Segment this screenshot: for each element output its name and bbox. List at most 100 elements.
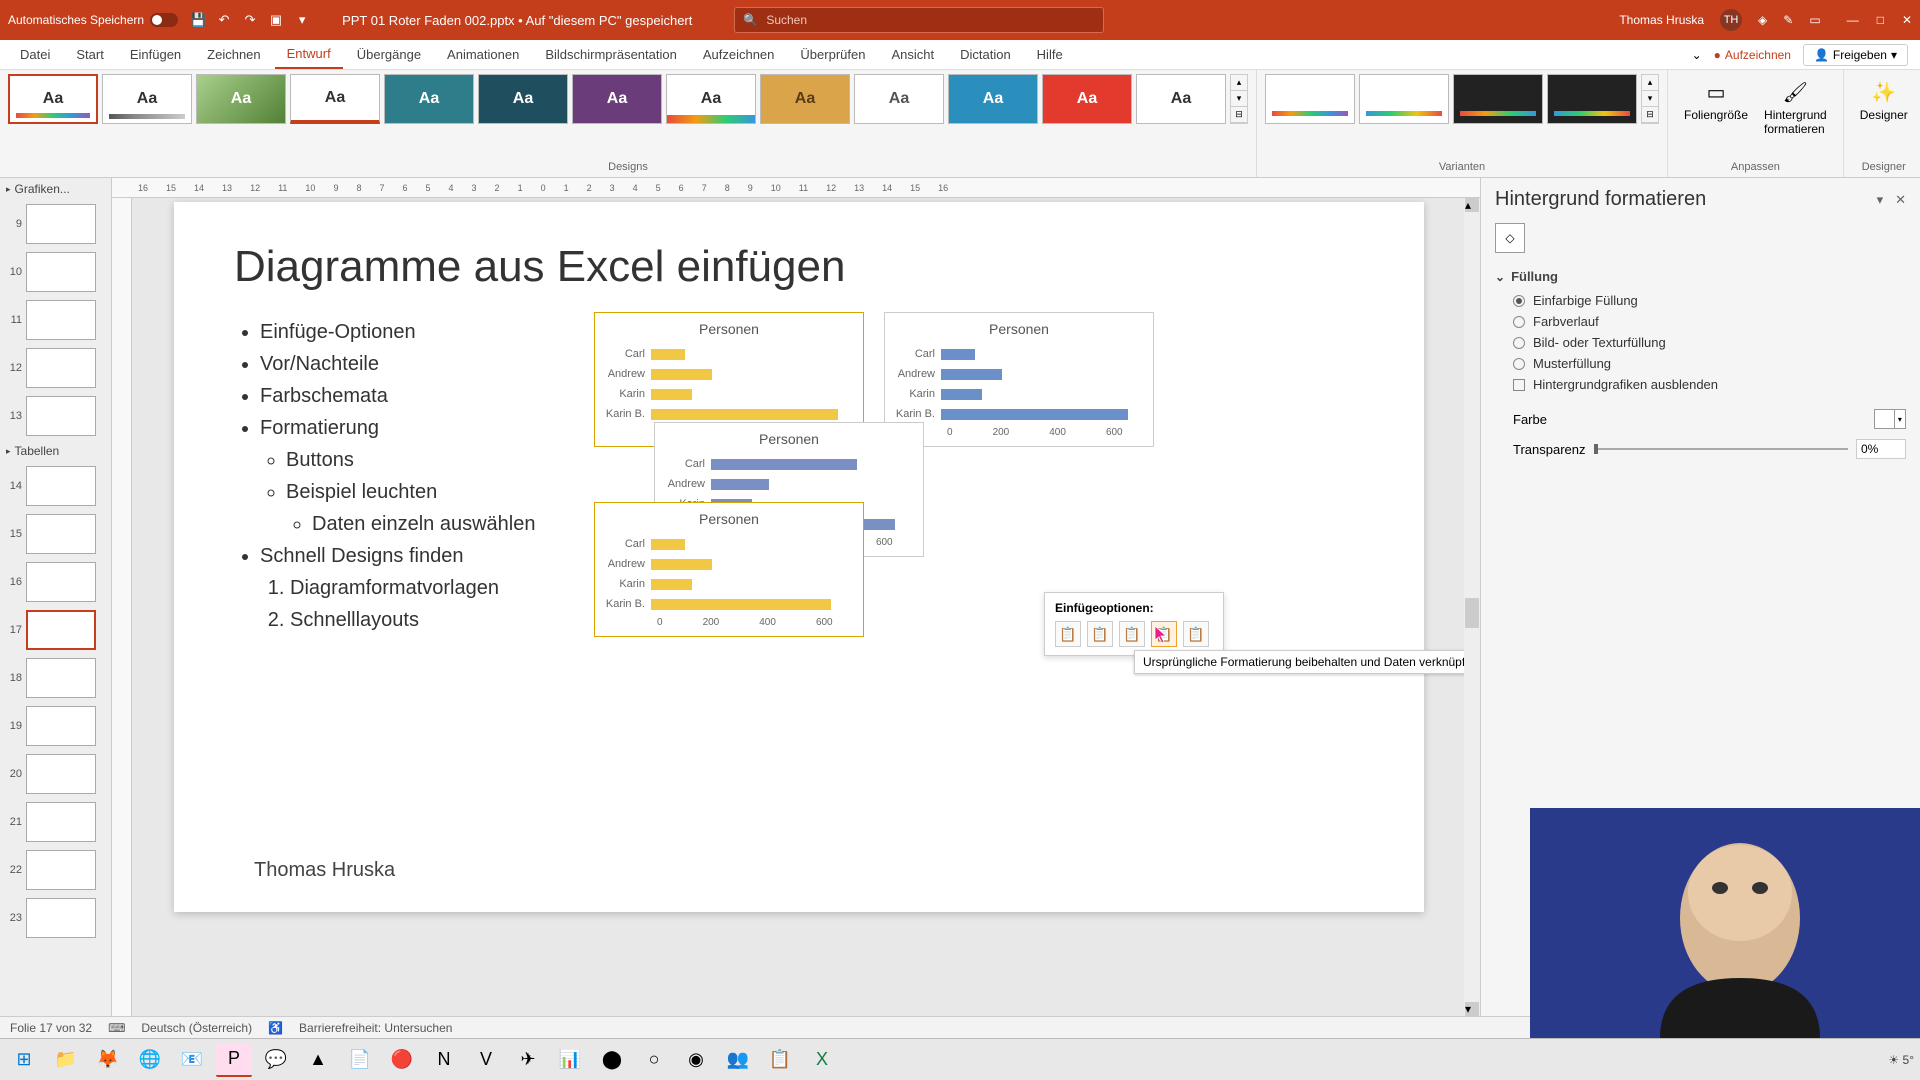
variants-more[interactable]: ▴▾⊟ (1641, 74, 1659, 124)
tab-ansicht[interactable]: Ansicht (879, 41, 946, 68)
app-icon[interactable]: 📊 (552, 1043, 588, 1077)
diamond-icon[interactable]: ◈ (1758, 13, 1767, 27)
design-thumb[interactable]: Aa (290, 74, 380, 124)
design-thumb[interactable]: Aa (384, 74, 474, 124)
tab-uebergaenge[interactable]: Übergänge (345, 41, 433, 68)
tab-ueberpruefen[interactable]: Überprüfen (788, 41, 877, 68)
design-thumb[interactable]: Aa (854, 74, 944, 124)
paste-opt-picture-icon[interactable]: 📋 (1183, 621, 1209, 647)
design-thumb[interactable]: Aa (572, 74, 662, 124)
design-thumb[interactable]: Aa (1042, 74, 1132, 124)
weather-widget[interactable]: ☀ 5° (1888, 1053, 1914, 1067)
radio-pattern-fill[interactable]: Musterfüllung (1495, 353, 1906, 374)
redo-icon[interactable]: ↷ (242, 12, 258, 28)
toggle-switch[interactable] (150, 13, 178, 27)
thumb-image[interactable] (26, 610, 96, 650)
design-thumb[interactable]: Aa (102, 74, 192, 124)
thumb-row[interactable]: 19 (0, 702, 111, 750)
gallery-more[interactable]: ▴▾⊟ (1230, 74, 1248, 124)
design-thumb[interactable]: Aa (760, 74, 850, 124)
obs-icon[interactable]: ⬤ (594, 1043, 630, 1077)
telegram-icon[interactable]: ✈ (510, 1043, 546, 1077)
variant-thumb[interactable] (1265, 74, 1355, 124)
section-fill[interactable]: Füllung (1495, 263, 1906, 290)
variant-thumb[interactable] (1547, 74, 1637, 124)
maximize-icon[interactable]: □ (1877, 13, 1884, 27)
autosave-toggle[interactable]: Automatisches Speichern (8, 13, 178, 27)
pane-options-icon[interactable]: ▾ (1877, 192, 1884, 208)
collapse-ribbon-icon[interactable]: ⌄ (1692, 48, 1702, 62)
thumb-row[interactable]: 23 (0, 894, 111, 942)
vscode-icon[interactable]: V (468, 1043, 504, 1077)
user-avatar[interactable]: TH (1720, 9, 1742, 31)
app-icon[interactable]: ◉ (678, 1043, 714, 1077)
design-thumb[interactable]: Aa (478, 74, 568, 124)
transparency-value[interactable]: 0% (1856, 439, 1906, 459)
thumb-image[interactable] (26, 514, 96, 554)
fill-tab-icon[interactable]: ◇ (1495, 223, 1525, 253)
firefox-icon[interactable]: 🦊 (90, 1043, 126, 1077)
tab-start[interactable]: Start (64, 41, 115, 68)
status-language[interactable]: Deutsch (Österreich) (141, 1021, 252, 1035)
thumb-row[interactable]: 20 (0, 750, 111, 798)
qat-more-icon[interactable]: ▾ (294, 12, 310, 28)
thumb-row[interactable]: 13 (0, 392, 111, 440)
tab-animationen[interactable]: Animationen (435, 41, 531, 68)
design-thumb[interactable]: Aa (196, 74, 286, 124)
format-bg-button[interactable]: 🖌Hintergrund formatieren (1756, 74, 1835, 140)
outlook-icon[interactable]: 📧 (174, 1043, 210, 1077)
thumb-row[interactable]: 16 (0, 558, 111, 606)
search-box[interactable]: 🔍 Suchen (734, 7, 1104, 33)
thumb-image[interactable] (26, 898, 96, 938)
transparency-slider[interactable] (1594, 448, 1849, 450)
thumb-row[interactable]: 12 (0, 344, 111, 392)
thumb-row[interactable]: 15 (0, 510, 111, 558)
radio-solid-fill[interactable]: Einfarbige Füllung (1495, 290, 1906, 311)
tab-einfuegen[interactable]: Einfügen (118, 41, 193, 68)
thumb-row[interactable]: 10 (0, 248, 111, 296)
thumb-image[interactable] (26, 466, 96, 506)
thumb-image[interactable] (26, 802, 96, 842)
minimize-icon[interactable]: — (1847, 13, 1859, 27)
thumb-image[interactable] (26, 252, 96, 292)
paste-opt-dest-theme-icon[interactable]: 📋 (1055, 621, 1081, 647)
tab-hilfe[interactable]: Hilfe (1025, 41, 1075, 68)
checkbox-hide-bg[interactable]: Hintergrundgrafiken ausblenden (1495, 374, 1906, 395)
thumb-row[interactable]: 9 (0, 200, 111, 248)
powerpoint-icon[interactable]: P (216, 1043, 252, 1077)
thumb-row[interactable]: 14 (0, 462, 111, 510)
thumb-image[interactable] (26, 300, 96, 340)
save-icon[interactable]: 💾 (190, 12, 206, 28)
paste-opt-embed-icon[interactable]: 📋 (1119, 621, 1145, 647)
paste-opt-keep-source-icon[interactable]: 📋 (1087, 621, 1113, 647)
design-thumb[interactable]: Aa (948, 74, 1038, 124)
thumb-image[interactable] (26, 204, 96, 244)
close-icon[interactable]: ✕ (1902, 13, 1912, 27)
window-icon[interactable]: ▭ (1809, 13, 1820, 27)
share-button[interactable]: 👤 Freigeben ▾ (1803, 44, 1908, 66)
radio-gradient-fill[interactable]: Farbverlauf (1495, 311, 1906, 332)
design-thumb[interactable]: Aa (666, 74, 756, 124)
thumb-row[interactable]: 18 (0, 654, 111, 702)
record-button[interactable]: ● Aufzeichnen (1714, 48, 1791, 62)
tab-zeichnen[interactable]: Zeichnen (195, 41, 272, 68)
start-button[interactable]: ⊞ (6, 1043, 42, 1077)
variant-thumb[interactable] (1453, 74, 1543, 124)
color-picker[interactable]: ▾ (1874, 409, 1906, 429)
app-icon[interactable]: 👥 (720, 1043, 756, 1077)
from-start-icon[interactable]: ▣ (268, 12, 284, 28)
thumb-image[interactable] (26, 706, 96, 746)
lang-icon[interactable]: ⌨ (108, 1021, 125, 1035)
thumb-image[interactable] (26, 396, 96, 436)
app-icon[interactable]: 💬 (258, 1043, 294, 1077)
section-graphics[interactable]: Grafiken... (0, 178, 111, 200)
pen-icon[interactable]: ✎ (1783, 13, 1793, 27)
pane-close-icon[interactable]: ✕ (1895, 192, 1906, 208)
design-thumb[interactable]: Aa (1136, 74, 1226, 124)
status-accessibility[interactable]: Barrierefreiheit: Untersuchen (299, 1021, 452, 1035)
chart[interactable]: PersonenCarlAndrewKarinKarin B.020040060… (884, 312, 1154, 447)
tab-entwurf[interactable]: Entwurf (275, 40, 343, 69)
app-icon[interactable]: 📄 (342, 1043, 378, 1077)
slide-size-button[interactable]: ▭Foliengröße (1676, 74, 1756, 140)
chart[interactable]: PersonenCarlAndrewKarinKarin B.020040060… (594, 502, 864, 637)
